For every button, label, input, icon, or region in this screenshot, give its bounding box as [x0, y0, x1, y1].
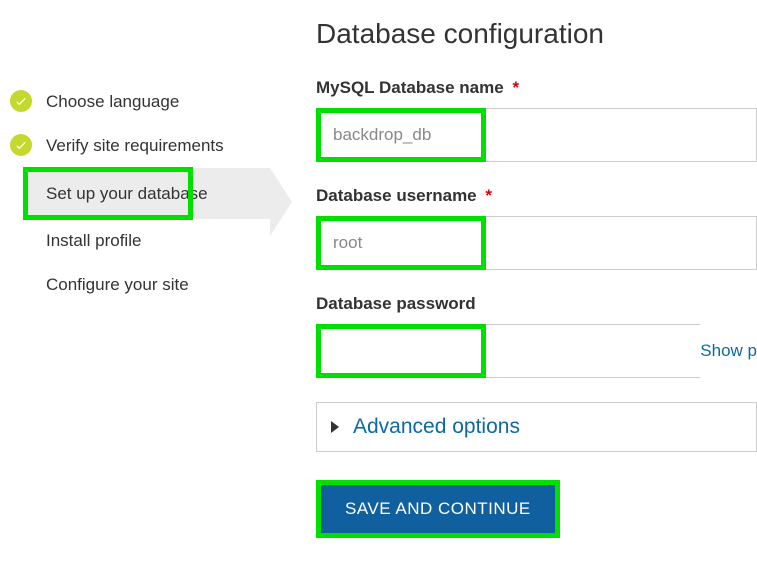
step-install-profile: Install profile [0, 219, 270, 263]
page-title: Database configuration [316, 18, 757, 50]
install-steps-sidebar: Choose language Verify site requirements… [0, 0, 270, 538]
check-icon [10, 134, 32, 156]
step-choose-language: Choose language [0, 80, 270, 124]
db-user-input-extra[interactable] [486, 216, 757, 270]
step-setup-database: Set up your database [28, 168, 270, 220]
step-configure-site: Configure your site [0, 263, 270, 307]
step-label: Set up your database [46, 182, 208, 206]
check-icon [10, 90, 32, 112]
label-db-pass: Database password [316, 294, 757, 314]
label-db-name: MySQL Database name * [316, 78, 757, 98]
required-mark: * [512, 78, 519, 97]
caret-right-icon [331, 421, 339, 433]
step-label: Verify site requirements [46, 134, 224, 158]
highlight-box: SAVE AND CONTINUE [316, 480, 560, 538]
step-label: Configure your site [46, 273, 189, 297]
save-and-continue-button[interactable]: SAVE AND CONTINUE [321, 485, 555, 533]
required-mark: * [485, 186, 492, 205]
label-db-user: Database username * [316, 186, 757, 206]
show-password-link[interactable]: Show p [700, 341, 757, 361]
advanced-options-toggle[interactable]: Advanced options [316, 402, 757, 452]
db-pass-input[interactable] [316, 324, 486, 378]
main-form: Database configuration MySQL Database na… [270, 0, 757, 538]
db-name-input[interactable]: backdrop_db [316, 108, 486, 162]
step-label: Choose language [46, 90, 179, 114]
field-db-name: MySQL Database name * backdrop_db [316, 78, 757, 162]
step-label: Install profile [46, 229, 141, 253]
db-name-input-extra[interactable] [486, 108, 757, 162]
field-db-pass: Database password Show p [316, 294, 757, 378]
db-user-input[interactable]: root [316, 216, 486, 270]
advanced-options-label: Advanced options [353, 415, 520, 439]
step-verify-requirements: Verify site requirements [0, 124, 270, 168]
db-pass-input-extra[interactable] [486, 324, 700, 378]
field-db-user: Database username * root [316, 186, 757, 270]
